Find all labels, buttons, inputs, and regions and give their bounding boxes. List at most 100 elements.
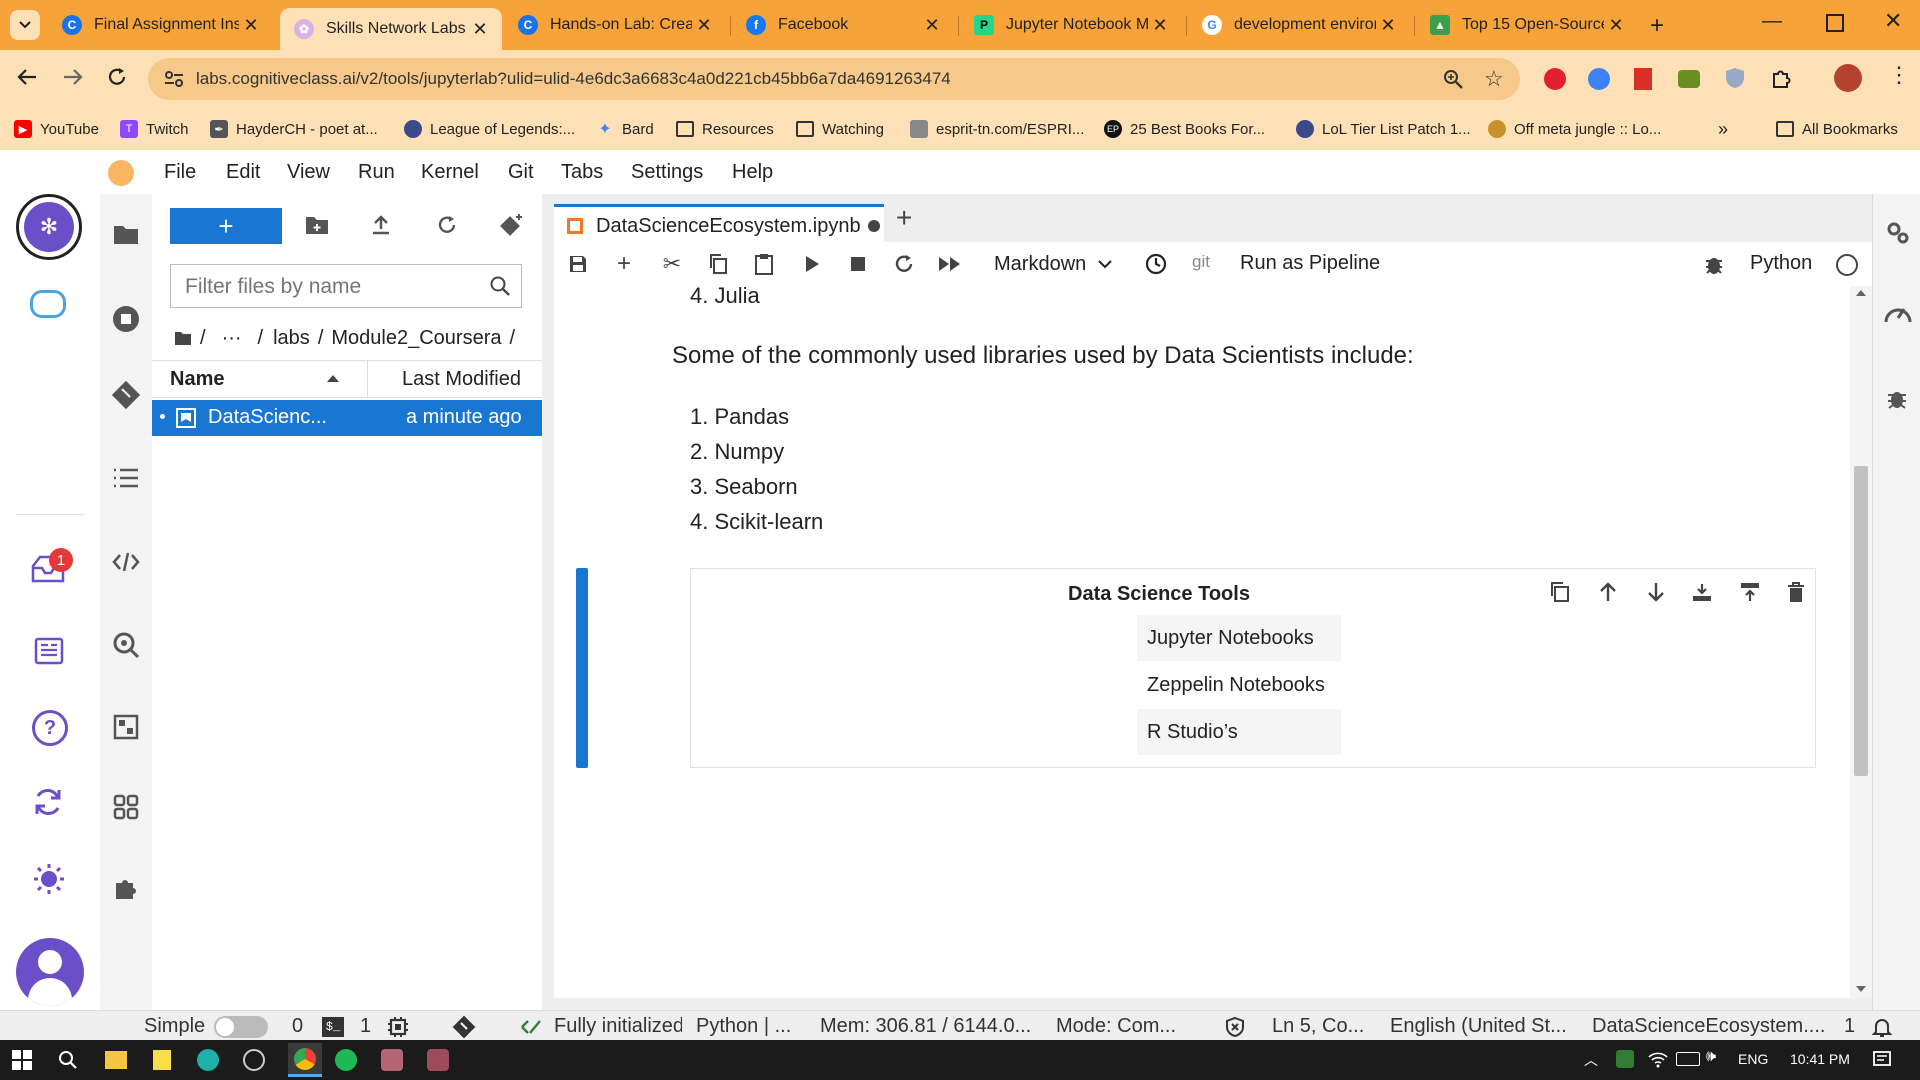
kernel-name[interactable]: Python xyxy=(1750,252,1812,275)
game-extension-icon[interactable] xyxy=(1678,70,1700,88)
markdown-cell[interactable]: Data Science Tools Jupyter Notebooks Zep… xyxy=(690,568,1816,768)
battery-icon[interactable] xyxy=(1676,1052,1700,1066)
menu-file[interactable]: File xyxy=(164,161,196,184)
breadcrumb-labs[interactable]: labs xyxy=(273,327,310,350)
menu-settings[interactable]: Settings xyxy=(631,161,703,184)
scroll-down-arrow[interactable] xyxy=(1856,986,1866,992)
forward-button[interactable] xyxy=(62,66,84,88)
bell-icon[interactable] xyxy=(1870,1015,1894,1039)
news-icon[interactable] xyxy=(34,636,64,666)
extensions-grid-icon[interactable] xyxy=(100,794,152,820)
sync-extension-icon[interactable] xyxy=(1588,68,1610,90)
browser-tab-5[interactable]: G development enviror ✕ xyxy=(1188,6,1410,44)
steam-icon[interactable] xyxy=(242,1048,266,1072)
browser-tab-4[interactable]: P Jupyter Notebook M ✕ xyxy=(960,6,1182,44)
file-explorer-icon[interactable] xyxy=(104,1048,128,1072)
defender-icon[interactable] xyxy=(1616,1050,1634,1068)
puzzle-icon[interactable] xyxy=(100,874,152,902)
scrollbar-thumb[interactable] xyxy=(1854,466,1868,776)
reload-button[interactable] xyxy=(106,66,128,88)
new-tab-plus-button[interactable]: + xyxy=(896,202,912,234)
breadcrumb-module[interactable]: Module2_Coursera xyxy=(331,327,501,350)
new-tab-button[interactable]: + xyxy=(1650,12,1664,40)
folder-icon[interactable] xyxy=(174,330,192,346)
running-sessions-icon[interactable] xyxy=(100,304,152,334)
browser-tab-0[interactable]: C Final Assignment Inst ✕ xyxy=(48,6,273,44)
insert-cell-icon[interactable]: + xyxy=(612,250,636,277)
close-icon[interactable]: ✕ xyxy=(239,15,263,36)
filter-files-input[interactable] xyxy=(171,265,487,309)
spellcheck-language[interactable]: English (United St... xyxy=(1390,1015,1567,1038)
bookmark-youtube[interactable]: ▶ YouTube xyxy=(14,117,99,141)
address-bar[interactable]: labs.cognitiveclass.ai/v2/tools/jupyterl… xyxy=(148,58,1520,100)
debugger-bug-icon[interactable] xyxy=(1886,386,1908,410)
browser-menu-icon[interactable]: ⋮ xyxy=(1888,62,1910,88)
theme-toggle-icon[interactable] xyxy=(32,862,66,896)
kite-shield-icon[interactable] xyxy=(1224,1016,1246,1038)
stop-icon[interactable] xyxy=(846,252,870,276)
bookmark-esprit[interactable]: esprit-tn.com/ESPRI... xyxy=(910,117,1084,141)
code-snippets-icon[interactable] xyxy=(100,550,152,574)
lsp-status-text[interactable]: Fully initialized xyxy=(554,1015,682,1038)
menu-edit[interactable]: Edit xyxy=(226,161,260,184)
browser-tab-2[interactable]: C Hands-on Lab: Create ✕ xyxy=(504,6,726,44)
bookmarks-overflow[interactable]: » xyxy=(1718,117,1728,141)
menu-git[interactable]: Git xyxy=(508,161,534,184)
save-icon[interactable] xyxy=(566,252,590,276)
move-up-icon[interactable] xyxy=(1597,581,1619,603)
chevron-up-icon[interactable]: ︿ xyxy=(1584,1050,1598,1070)
puzzle-extensions-icon[interactable] xyxy=(1770,66,1794,90)
shield-extension-icon[interactable] xyxy=(1724,66,1746,90)
close-icon[interactable]: ✕ xyxy=(1148,15,1172,36)
kernel-status[interactable]: Python | ... xyxy=(696,1015,791,1038)
terminals-count[interactable]: 0 xyxy=(292,1015,303,1038)
notebook-scrollbar[interactable] xyxy=(1850,286,1872,998)
debugger-icon[interactable] xyxy=(1702,252,1726,276)
upload-icon[interactable] xyxy=(370,214,392,236)
sticky-notes-icon[interactable] xyxy=(150,1048,174,1072)
git-status-icon[interactable] xyxy=(452,1015,476,1039)
menu-view[interactable]: View xyxy=(287,161,330,184)
notifications-icon[interactable] xyxy=(1872,1050,1892,1070)
bookmark-watching[interactable]: Watching xyxy=(796,117,884,141)
simple-mode-toggle[interactable] xyxy=(214,1016,268,1038)
spotify-icon[interactable] xyxy=(334,1048,358,1072)
active-cell-indicator[interactable] xyxy=(576,568,588,768)
insert-above-icon[interactable] xyxy=(1739,581,1761,603)
minimize-button[interactable]: — xyxy=(1762,10,1782,33)
volume-icon[interactable]: 🕪 xyxy=(1706,1048,1716,1066)
delete-cell-icon[interactable] xyxy=(1787,581,1805,603)
help-icon[interactable]: ? xyxy=(32,710,68,746)
new-folder-icon[interactable] xyxy=(304,214,330,236)
opera-extension-icon[interactable] xyxy=(1544,68,1566,90)
browser-tab-1[interactable]: ✿ Skills Network Labs ✕ xyxy=(280,8,502,50)
close-icon[interactable]: ✕ xyxy=(920,15,944,36)
all-bookmarks[interactable]: All Bookmarks xyxy=(1776,117,1898,141)
restart-icon[interactable] xyxy=(892,252,916,276)
bookmark-hayderch[interactable]: ✒ HayderCH - poet at... xyxy=(210,117,378,141)
property-inspector-gears-icon[interactable] xyxy=(1885,220,1911,246)
edge-icon[interactable] xyxy=(196,1048,220,1072)
git-diff-button[interactable]: git xyxy=(1192,252,1210,272)
maximize-button[interactable] xyxy=(1826,14,1844,32)
move-down-icon[interactable] xyxy=(1645,581,1667,603)
bookmark-lol-tier[interactable]: LoL Tier List Patch 1... xyxy=(1296,117,1471,141)
new-launcher-button[interactable]: + xyxy=(170,208,282,244)
menu-tabs[interactable]: Tabs xyxy=(561,161,603,184)
game-app-icon[interactable] xyxy=(380,1048,404,1072)
refresh-icon[interactable] xyxy=(436,214,458,236)
chat-icon[interactable] xyxy=(30,290,66,318)
user-avatar[interactable] xyxy=(16,938,84,1006)
notification-count[interactable]: 1 xyxy=(1844,1015,1855,1038)
run-as-pipeline-button[interactable]: Run as Pipeline xyxy=(1240,252,1380,275)
clock-icon[interactable] xyxy=(1144,252,1168,276)
site-info-icon[interactable] xyxy=(164,70,184,88)
bookmark-offmeta[interactable]: Off meta jungle :: Lo... xyxy=(1488,117,1661,141)
paste-icon[interactable] xyxy=(752,252,776,276)
resource-usage-gauge-icon[interactable] xyxy=(1883,300,1913,326)
pdf-extension-icon[interactable] xyxy=(1634,68,1652,90)
close-window-button[interactable]: ✕ xyxy=(1884,8,1902,34)
bookmark-star-icon[interactable]: ☆ xyxy=(1484,66,1504,92)
skills-network-home-icon[interactable]: ✻ xyxy=(16,194,82,260)
bookmark-resources[interactable]: Resources xyxy=(676,117,774,141)
